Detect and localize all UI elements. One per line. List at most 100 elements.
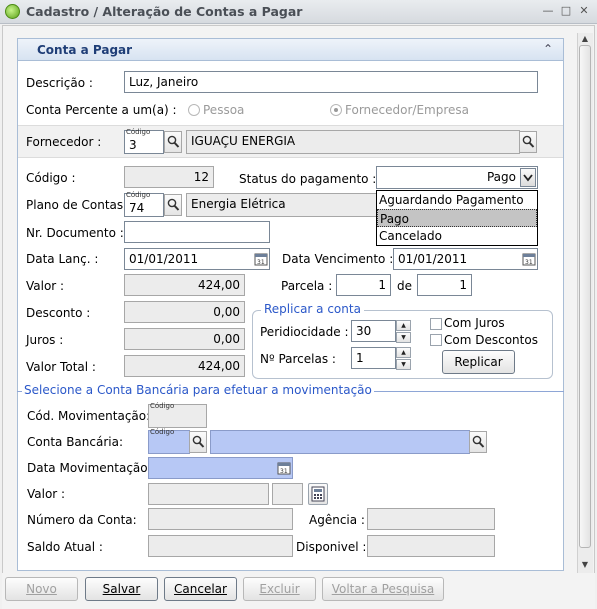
fornecedor-search-button[interactable] [164,131,182,153]
calendar-icon[interactable]: 31 [522,252,536,266]
saldo-atual-label: Saldo Atual : [27,540,103,554]
window-title: Cadastro / Alteração de Contas a Pagar [26,4,303,19]
parcela-input[interactable]: 1 [336,274,391,296]
spin-down-icon[interactable]: ▼ [396,332,411,343]
salvar-button[interactable]: Salvar [85,577,158,601]
calendar-icon[interactable]: 31 [254,252,268,266]
fornecedor-name-input: IGUAÇU ENERGIA [186,130,520,154]
conta-bancaria-search-button[interactable] [189,431,207,453]
scroll-down-icon[interactable]: ▼ [578,559,592,571]
cod-mov-label: Cód. Movimentação: [27,409,151,423]
status-option-pago[interactable]: Pago [377,209,537,227]
voltar-pesquisa-button-label: Voltar a Pesquisa [331,582,435,596]
spin-down-icon[interactable]: ▼ [396,359,411,370]
pessoa-radio[interactable] [188,104,200,116]
plano-search-button[interactable] [164,194,182,216]
conta-percente-label: Conta Percente a um(a) : [26,103,177,117]
cancelar-button[interactable]: Cancelar [164,577,237,601]
parcela-total-input[interactable]: 1 [417,274,472,296]
panel-title: Conta a Pagar [37,43,133,57]
com-descontos-checkbox[interactable] [430,334,442,346]
valor-total-label: Valor Total : [26,360,96,374]
svg-text:31: 31 [525,259,533,266]
agencia-input [367,508,495,530]
maximize-icon[interactable]: □ [558,3,574,19]
juros-label: Juros : [26,333,64,347]
bank-valor-extra-input [272,483,303,505]
spin-up-icon[interactable]: ▲ [396,347,411,358]
desconto-input[interactable]: 0,00 [124,301,245,323]
fornecedor-search-button-2[interactable] [519,131,537,153]
fornecedor-radio[interactable] [330,104,342,116]
plano-label: Plano de Contas: [26,198,128,212]
fornecedor-radio-label: Fornecedor/Empresa [345,103,469,117]
plano-name-input: Energia Elétrica [186,193,378,217]
bank-valor-input [148,483,269,505]
conta-bancaria-name-input[interactable] [210,430,470,454]
calendar-icon[interactable]: 31 [277,461,291,475]
conta-bancaria-label: Conta Bancária: [27,435,124,449]
codigo-input: 12 [124,166,214,188]
fornecedor-label: Fornecedor : [26,135,102,149]
periodicidade-spinner[interactable]: ▲ ▼ [396,320,411,343]
calculator-icon [311,486,325,502]
disponivel-label: Disponivel : [296,540,367,554]
calculator-button[interactable] [308,483,328,505]
svg-text:31: 31 [257,259,265,266]
close-icon[interactable]: ✕ [576,3,592,19]
conta-bancaria-code-caption: Código [150,428,175,436]
fornecedor-code-caption: Código [126,128,151,136]
parcelas-input[interactable]: 1 [351,347,396,369]
replicar-title: Replicar a conta [261,302,364,316]
data-venc-input[interactable]: 01/01/2011 [393,248,538,270]
minimize-icon[interactable]: — [540,3,556,19]
nr-documento-input[interactable] [124,221,270,243]
excluir-button[interactable]: Excluir [243,577,316,601]
plano-code-caption: Código [126,191,151,199]
pessoa-radio-label: Pessoa [203,103,245,117]
descricao-input[interactable]: Luz, Janeiro [124,71,538,93]
status-dropdown-button[interactable] [520,168,536,187]
codigo-label: Código : [26,171,76,185]
scroll-up-icon[interactable]: ▲ [578,33,592,45]
novo-button[interactable]: Novo [5,577,78,601]
collapse-icon[interactable]: ⌃ [543,42,553,56]
spin-up-icon[interactable]: ▲ [396,320,411,331]
numero-conta-input [148,508,293,530]
scroll-thumb[interactable] [579,45,591,548]
descricao-label: Descrição : [26,76,93,90]
status-selected-value: Pago [486,170,516,184]
search-icon [472,435,485,448]
desconto-label: Desconto : [26,306,91,320]
juros-input[interactable]: 0,00 [124,328,245,350]
agencia-label: Agência : [309,513,365,527]
parcelas-spinner[interactable]: ▲ ▼ [396,347,411,370]
app-icon [5,4,20,19]
numero-conta-label: Número da Conta: [27,513,137,527]
data-lanc-label: Data Lanç. : [26,252,99,266]
salvar-button-label: Salvar [102,582,141,596]
conta-bancaria-search-button-2[interactable] [469,431,487,453]
valor-total-input: 424,00 [124,355,245,377]
periodicidade-input[interactable]: 30 [351,320,396,342]
chevron-down-icon [523,174,533,182]
replicar-button[interactable]: Replicar [442,350,515,374]
cancelar-button-label: Cancelar [174,582,227,596]
parcela-label: Parcela : [281,279,333,293]
status-label: Status do pagamento : [239,172,377,186]
data-lanc-input[interactable]: 01/01/2011 [124,248,270,270]
search-icon [167,198,180,211]
status-option-cancelado[interactable]: Cancelado [377,227,537,245]
data-mov-input[interactable] [148,457,293,479]
search-icon [192,435,205,448]
parcelas-label: Nº Parcelas : [260,352,336,366]
saldo-atual-input [148,535,293,557]
com-juros-label: Com Juros [444,316,505,330]
voltar-pesquisa-button[interactable]: Voltar a Pesquisa [322,577,444,601]
com-descontos-label: Com Descontos [444,333,538,347]
status-option-aguardando[interactable]: Aguardando Pagamento [377,191,537,209]
com-juros-checkbox[interactable] [430,318,442,330]
excluir-button-label: Excluir [259,582,300,596]
valor-label: Valor : [26,279,65,293]
svg-text:31: 31 [280,468,288,475]
